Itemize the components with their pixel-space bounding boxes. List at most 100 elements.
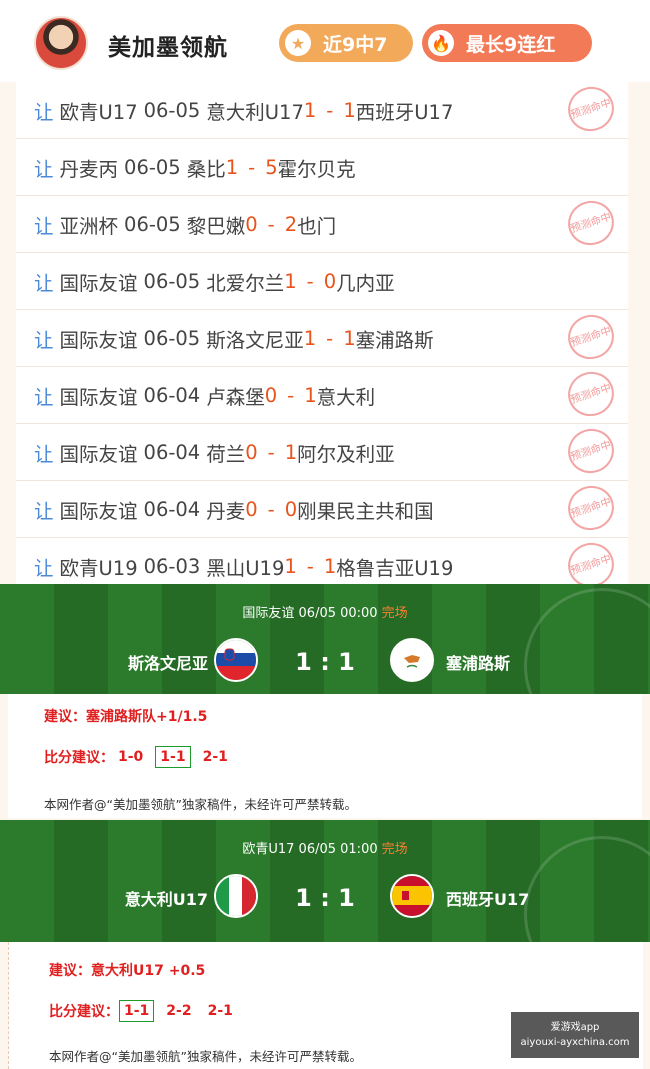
away-score: 2	[284, 212, 298, 236]
away-team-name: 塞浦路斯	[446, 654, 511, 673]
result-row[interactable]: 让丹麦丙 06-05 桑比 1-5 霍尔贝克	[16, 139, 628, 196]
home-score: 0	[264, 383, 278, 407]
away-score: 0	[323, 269, 337, 293]
score-option: 2-1	[202, 749, 228, 765]
home-team: 卢森堡	[206, 385, 265, 409]
league-name: 国际友谊	[59, 271, 138, 295]
author-name[interactable]: 美加墨领航	[108, 28, 228, 62]
score-separator: -	[326, 326, 334, 350]
site-watermark: 爱游戏app aiyouxi-ayxchina.com	[511, 1012, 639, 1058]
result-row[interactable]: 让国际友谊 06-04 荷兰 0-1 阿尔及利亚 预测命中	[16, 422, 628, 481]
match-date: 06-03	[143, 554, 201, 578]
home-team-name: 意大利U17	[124, 890, 208, 909]
away-team: 刚果民主共和国	[297, 499, 434, 523]
home-score: 1	[303, 98, 317, 122]
score-option: 2-2	[166, 1003, 192, 1019]
score-option-selected: 1-1	[119, 1000, 155, 1022]
handicap-tag: 让	[34, 499, 54, 523]
home-score: 1	[225, 155, 239, 179]
match-meta: 国际友谊 06/05 00:00 完场	[0, 602, 650, 621]
copyright-notice: 本网作者@“美加墨领航”独家稿件，未经许可严禁转载。	[49, 1049, 362, 1064]
match-card-body: 建议：塞浦路斯队+1/1.5 比分建议： 1-0 1-1 2-1 本网作者@“美…	[8, 694, 642, 818]
hit-stamp-icon: 预测命中	[562, 365, 620, 423]
author-avatar[interactable]	[34, 16, 88, 70]
handicap-tag: 让	[34, 214, 54, 238]
league-name: 丹麦丙	[59, 157, 119, 181]
home-team: 荷兰	[206, 442, 246, 466]
score-suggestions: 比分建议： 1-0 1-1 2-1	[44, 746, 240, 768]
result-row[interactable]: 让亚洲杯 06-05 黎巴嫩 0-2 也门 预测命中	[16, 194, 628, 253]
hit-stamp-icon: 预测命中	[562, 80, 620, 138]
hit-stamp-icon: 预测命中	[562, 479, 620, 537]
match-date: 06-04	[143, 383, 201, 407]
match-card-banner[interactable]: 欧青U17 06/05 01:00 完场 意大利U17 1 : 1 西班牙U17	[0, 820, 650, 942]
streak-label: 最长9连红	[466, 33, 556, 56]
result-row[interactable]: 让国际友谊 06-05 斯洛文尼亚 1-1 塞浦路斯 预测命中	[16, 308, 628, 367]
away-team: 塞浦路斯	[355, 328, 434, 352]
cyprus-flag-icon	[390, 638, 434, 682]
match-card-banner[interactable]: 国际友谊 06/05 00:00 完场 斯洛文尼亚 1 : 1 塞浦路斯	[0, 584, 650, 694]
home-team: 黎巴嫩	[186, 214, 246, 238]
away-team: 意大利	[316, 385, 376, 409]
recent-results-list: 让欧青U17 06-05 意大利U17 1-1 西班牙U17 预测命中让丹麦丙 06-05 桑…	[16, 80, 628, 595]
score-separator: -	[267, 497, 275, 521]
result-row[interactable]: 让欧青U17 06-05 意大利U17 1-1 西班牙U17 预测命中	[16, 80, 628, 139]
match-date: 06-05	[143, 269, 201, 293]
home-team: 北爱尔兰	[206, 271, 285, 295]
final-score: 1 : 1	[295, 884, 355, 912]
away-team-name: 西班牙U17	[446, 890, 530, 909]
betting-advice: 建议：意大利U17 +0.5	[49, 963, 206, 979]
home-team: 丹麦	[206, 499, 246, 523]
home-score: 1	[284, 554, 297, 578]
handicap-tag: 让	[34, 271, 54, 295]
home-score: 0	[245, 497, 258, 521]
home-team: 斯洛文尼亚	[206, 328, 304, 352]
star-icon: ★	[285, 30, 311, 56]
match-date: 06-05	[124, 212, 181, 236]
handicap-tag: 让	[34, 385, 54, 409]
away-team: 霍尔贝克	[277, 157, 356, 181]
away-team: 格鲁吉亚U19	[336, 556, 454, 580]
away-score: 0	[284, 497, 298, 521]
match-league-time: 欧青U17 06/05 01:00	[242, 842, 378, 857]
score-separator: -	[326, 98, 334, 122]
spain-flag-icon	[390, 874, 434, 918]
hit-stamp-icon: 预测命中	[562, 308, 620, 366]
home-team: 意大利U17	[206, 100, 304, 124]
flame-icon: 🔥	[428, 30, 454, 56]
home-score: 1	[303, 326, 317, 350]
match-status: 完场	[381, 606, 408, 621]
score-separator: -	[287, 383, 295, 407]
score-separator: -	[306, 269, 314, 293]
league-name: 国际友谊	[59, 499, 138, 523]
match-date: 06-04	[143, 497, 201, 521]
score-suggestion-label: 比分建议：	[49, 1004, 119, 1020]
league-name: 欧青U17	[59, 100, 138, 124]
home-team-name: 斯洛文尼亚	[127, 654, 208, 673]
handicap-tag: 让	[34, 100, 54, 124]
result-row[interactable]: 让国际友谊 06-05 北爱尔兰 1-0 几内亚	[16, 253, 628, 310]
score-separator: -	[306, 554, 314, 578]
league-name: 国际友谊	[59, 385, 138, 409]
watermark-line2: aiyouxi-ayxchina.com	[520, 1037, 630, 1048]
handicap-tag: 让	[34, 442, 54, 466]
match-meta: 欧青U17 06/05 01:00 完场	[0, 838, 650, 857]
away-team: 也门	[297, 214, 337, 238]
result-row[interactable]: 让国际友谊 06-04 丹麦 0-0 刚果民主共和国 预测命中	[16, 479, 628, 538]
away-team: 几内亚	[336, 271, 395, 295]
league-name: 国际友谊	[59, 442, 138, 466]
league-name: 国际友谊	[59, 328, 138, 352]
result-row[interactable]: 让国际友谊 06-04 卢森堡 0-1 意大利 预测命中	[16, 365, 628, 424]
handicap-tag: 让	[34, 157, 54, 181]
score-suggestions: 比分建议： 1-1 2-2 2-1	[49, 1000, 245, 1022]
league-name: 亚洲杯	[59, 214, 119, 238]
italy-flag-icon	[214, 874, 258, 918]
watermark-line1: 爱游戏app	[550, 1022, 600, 1033]
hit-rate-label: 近9中7	[323, 33, 388, 56]
away-score: 1	[343, 326, 356, 350]
home-team: 桑比	[186, 157, 226, 181]
score-option: 2-1	[207, 1003, 233, 1019]
match-date: 06-05	[124, 155, 181, 179]
home-score: 1	[284, 269, 297, 293]
home-score: 0	[245, 212, 258, 236]
